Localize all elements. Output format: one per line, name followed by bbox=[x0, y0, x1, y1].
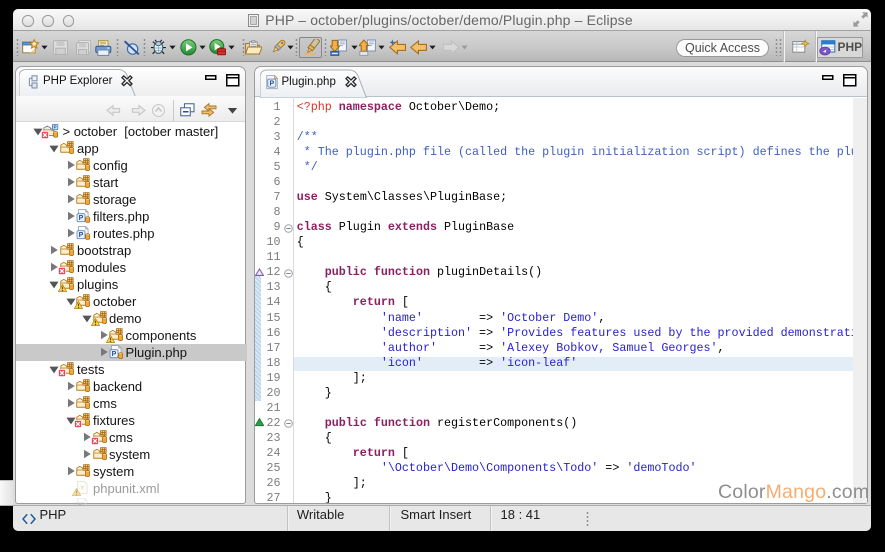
svg-text:P: P bbox=[269, 80, 274, 87]
